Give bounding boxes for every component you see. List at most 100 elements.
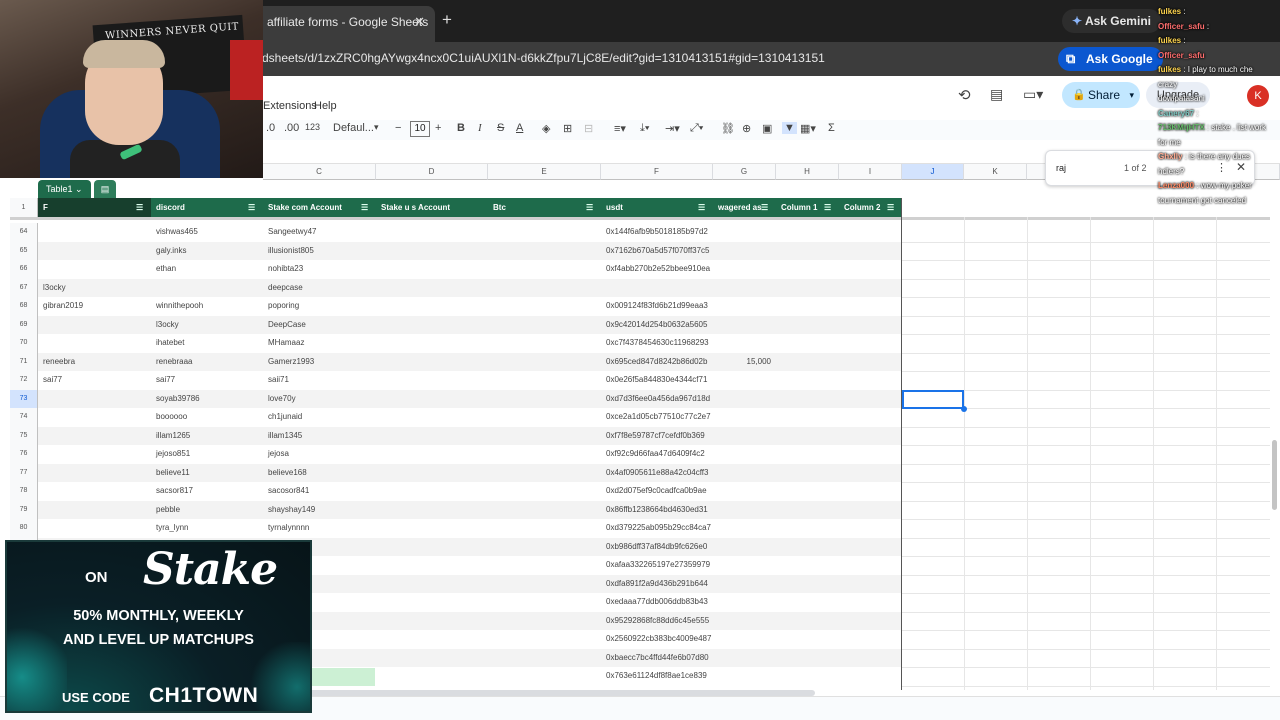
cell-wagered[interactable] <box>713 630 776 649</box>
cell-f[interactable] <box>38 519 151 538</box>
text-color-icon[interactable]: A <box>516 122 523 134</box>
cell-stake-com[interactable]: MHamaaz <box>263 334 376 353</box>
merge-cells-icon[interactable]: ⊟ <box>584 122 593 135</box>
functions-icon[interactable]: Σ <box>828 122 835 134</box>
cell-usdt[interactable]: 0x144f6afb9b5018185b97d2 <box>601 223 713 242</box>
cell-discord[interactable]: jejoso851 <box>151 445 263 464</box>
cell-stake-com[interactable]: illusionist805 <box>263 242 376 261</box>
cell-usdt[interactable]: 0xdfa891f2a9d436b291b644 <box>601 575 713 594</box>
row-header[interactable]: 1 <box>10 198 38 217</box>
share-dropdown-icon[interactable]: ▾ <box>1129 82 1134 108</box>
cell-stake-com[interactable]: Gamerz1993 <box>263 353 376 372</box>
cell-usdt[interactable]: 0xf4abb270b2e52bbee910ea <box>601 260 713 279</box>
cell-discord[interactable]: soyab39786 <box>151 390 263 409</box>
fill-color-icon[interactable]: ◈ <box>542 122 550 135</box>
frozen-row-divider[interactable] <box>10 217 1270 220</box>
cell-discord[interactable]: sai77 <box>151 371 263 390</box>
cell-stake-com[interactable]: DeepCase <box>263 316 376 335</box>
column-header-i[interactable]: I <box>839 164 902 180</box>
cell-usdt[interactable]: 0xce2a1d05cb77510c77c2e7 <box>601 408 713 427</box>
cell-usdt[interactable]: 0xf7f8e59787cf7cefdf0b369 <box>601 427 713 446</box>
row-number[interactable]: 71 <box>10 352 38 371</box>
cell-usdt[interactable]: 0x95292868fc88dd6c45e555 <box>601 612 713 631</box>
text-wrapping-icon[interactable]: ⇥▾ <box>665 122 680 135</box>
cell-f[interactable] <box>38 242 151 261</box>
cell-stake-com[interactable]: Sangeetwy47 <box>263 223 376 242</box>
menu-help[interactable]: Help <box>314 100 337 112</box>
fill-handle[interactable] <box>961 406 967 412</box>
cell-stake-com[interactable]: love70y <box>263 390 376 409</box>
filter-dropdown-icon[interactable]: ☰ <box>361 198 368 217</box>
cell-usdt[interactable]: 0x2560922cb383bc4009e487 <box>601 630 713 649</box>
row-number[interactable]: 72 <box>10 371 38 390</box>
font-select[interactable]: Defaul... <box>333 122 374 134</box>
cell-wagered[interactable] <box>713 593 776 612</box>
cell-f[interactable] <box>38 334 151 353</box>
filter-dropdown-icon[interactable]: ☰ <box>887 198 894 217</box>
increase-font-size-icon[interactable]: + <box>435 122 441 134</box>
cell-wagered[interactable] <box>713 279 776 298</box>
cell-wagered[interactable] <box>713 519 776 538</box>
cell-usdt[interactable]: 0xafaa332265197e27359979 <box>601 556 713 575</box>
row-number[interactable]: 67 <box>10 278 38 297</box>
cell-usdt[interactable]: 0x695ced847d8242b86d02b <box>601 353 713 372</box>
column-header-e[interactable]: E <box>488 164 601 180</box>
row-number[interactable]: 77 <box>10 463 38 482</box>
cell-f[interactable] <box>38 316 151 335</box>
row-number[interactable]: 66 <box>10 260 38 279</box>
cell-wagered[interactable] <box>713 575 776 594</box>
decrease-decimal-button[interactable]: .0 <box>266 122 275 134</box>
cell-discord[interactable] <box>151 279 263 298</box>
share-button[interactable]: 🔒 Share ▾ <box>1062 82 1140 108</box>
cell-discord[interactable]: ethan <box>151 260 263 279</box>
cell-wagered[interactable] <box>713 334 776 353</box>
cell-discord[interactable]: galy.inks <box>151 242 263 261</box>
header-discord[interactable]: discord ☰ <box>151 198 263 217</box>
increase-decimal-button[interactable]: .00 <box>284 122 299 134</box>
row-number[interactable]: 64 <box>10 223 38 242</box>
browser-tab[interactable]: affiliate forms - Google Sheets ✕ <box>255 6 435 42</box>
row-number[interactable]: 76 <box>10 445 38 464</box>
cell-usdt[interactable]: 0x9c42014d254b0632a5605 <box>601 316 713 335</box>
cell-discord[interactable]: ihatebet <box>151 334 263 353</box>
comments-icon[interactable]: ▤ <box>990 86 1003 103</box>
cell-usdt[interactable]: 0xbaecc7bc4ffd44fe6b07d80 <box>601 649 713 668</box>
insert-link-icon[interactable]: ⛓ <box>721 122 735 135</box>
cell-wagered[interactable] <box>713 390 776 409</box>
row-number[interactable]: 68 <box>10 297 38 316</box>
cell-usdt[interactable]: 0x4af0905611e88a42c04cff3 <box>601 464 713 483</box>
cell-wagered[interactable] <box>713 260 776 279</box>
row-number[interactable]: 74 <box>10 408 38 427</box>
header-wagered[interactable]: wagered as ☰ <box>713 198 776 217</box>
insert-comment-icon[interactable]: ⊕ <box>742 122 751 135</box>
cell-wagered[interactable] <box>713 482 776 501</box>
ask-google-button[interactable]: ⧉ Ask Google <box>1058 47 1163 71</box>
cell-wagered[interactable] <box>713 223 776 242</box>
header-btc[interactable]: Btc ☰ <box>488 198 601 217</box>
filter-icon[interactable]: ▼ <box>782 122 797 134</box>
filter-dropdown-icon[interactable]: ☰ <box>761 198 768 217</box>
cell-wagered[interactable] <box>713 612 776 631</box>
decrease-font-size-icon[interactable]: − <box>395 122 401 134</box>
url-field[interactable]: dsheets/d/1zxZRC0hgAYwgx4ncx0C1uiAUXl1N-… <box>262 51 825 65</box>
cell-discord[interactable]: believe11 <box>151 464 263 483</box>
column-header-c[interactable]: C <box>263 164 376 180</box>
row-number[interactable]: 69 <box>10 315 38 334</box>
header-stake-com-account[interactable]: Stake com Account ☰ <box>263 198 376 217</box>
cell-wagered[interactable] <box>713 242 776 261</box>
cell-discord[interactable]: sacsor817 <box>151 482 263 501</box>
cell-f[interactable] <box>38 260 151 279</box>
meet-icon[interactable]: ▭▾ <box>1023 86 1043 103</box>
table-name-chip[interactable]: Table1 ⌄ <box>38 180 91 198</box>
row-number[interactable]: 65 <box>10 241 38 260</box>
insert-chart-icon[interactable]: ▣ <box>762 122 772 135</box>
cell-stake-com[interactable]: jejosa <box>263 445 376 464</box>
menu-extensions[interactable]: Extensions <box>263 100 317 112</box>
bold-icon[interactable]: B <box>457 122 465 134</box>
header-usdt[interactable]: usdt ☰ <box>601 198 713 217</box>
cell-stake-com[interactable]: illam1345 <box>263 427 376 446</box>
cell-usdt[interactable]: 0xb986dff37af84db9fc626e0 <box>601 538 713 557</box>
column-header-g[interactable]: G <box>713 164 776 180</box>
cell-usdt[interactable]: 0xd379225ab095b29cc84ca7 <box>601 519 713 538</box>
strikethrough-icon[interactable]: S <box>497 122 504 134</box>
